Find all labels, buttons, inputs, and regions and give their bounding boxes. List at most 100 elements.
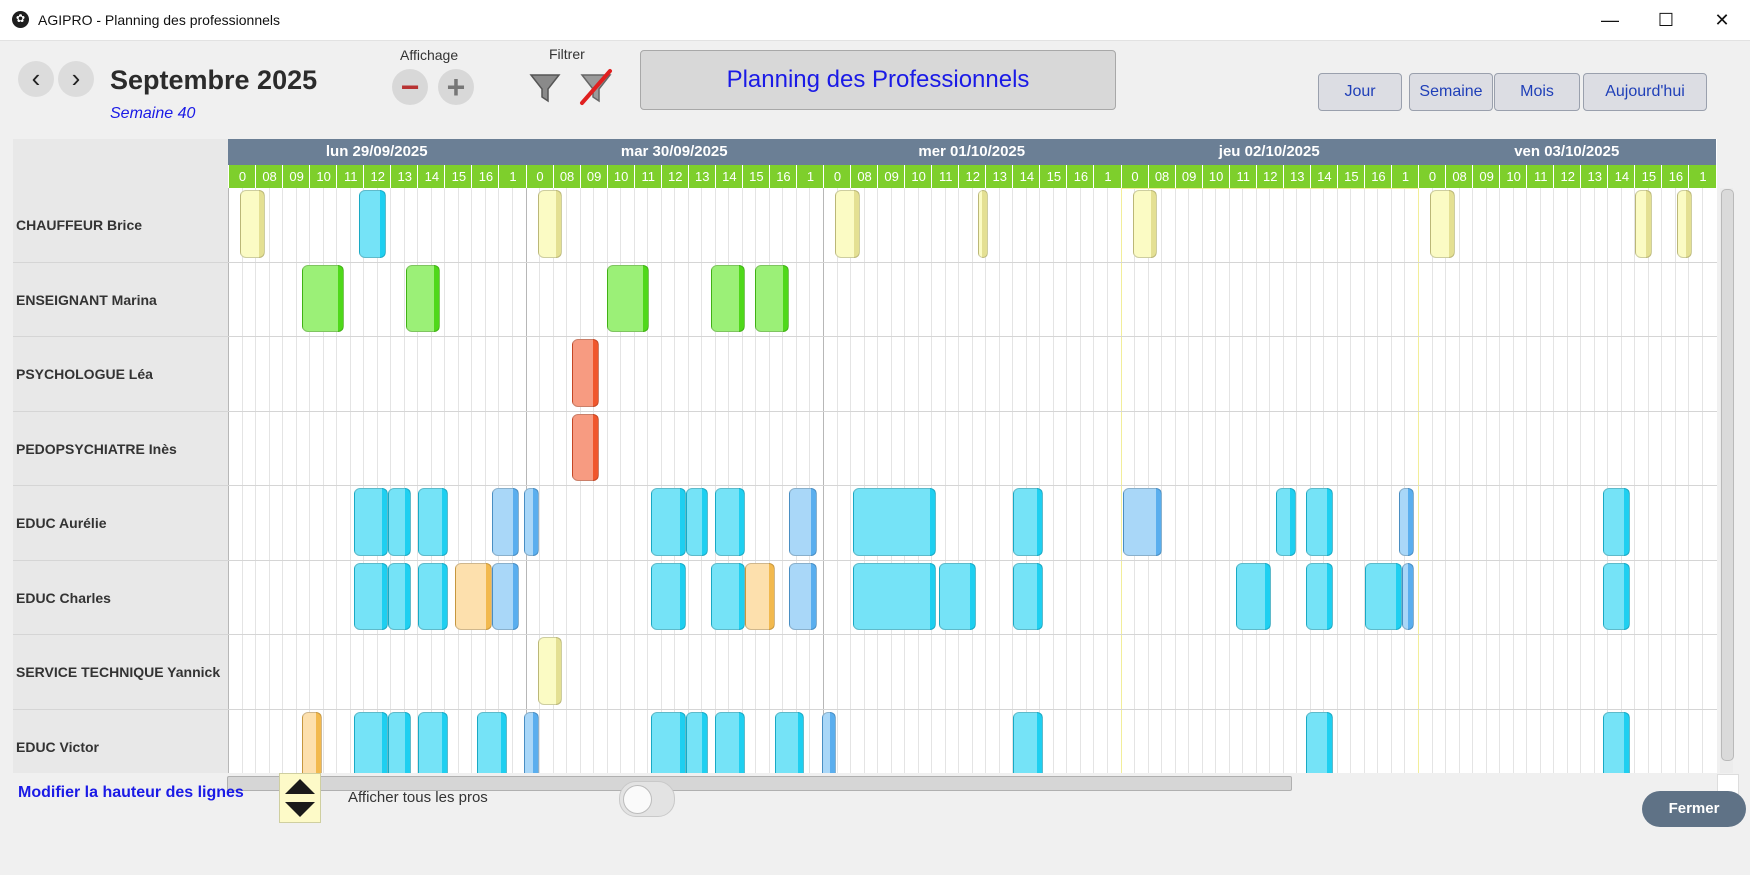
appointment-block[interactable] xyxy=(1677,190,1692,258)
appointment-block[interactable] xyxy=(454,562,492,630)
day-header: jeu 02/10/2025 xyxy=(1120,139,1418,165)
appointment-block[interactable] xyxy=(388,711,411,773)
appointment-block[interactable] xyxy=(651,562,686,630)
appointment-block[interactable] xyxy=(417,562,448,630)
appointment-block[interactable] xyxy=(606,264,649,332)
appointment-block[interactable] xyxy=(835,190,860,258)
schedule-grid: lun 29/09/2025 0 08 09 10 11 12 13 14 15 16 1 mar 30… xyxy=(13,139,1717,773)
appointment-block[interactable] xyxy=(1430,190,1455,258)
appointment-block[interactable] xyxy=(715,711,746,773)
row-separator xyxy=(13,261,1717,263)
professional-name: EDUC Aurélie xyxy=(16,515,107,532)
appointment-block[interactable] xyxy=(358,190,386,258)
appointment-block[interactable] xyxy=(388,488,411,556)
appointment-block[interactable] xyxy=(978,190,989,258)
month-view-button[interactable]: Mois xyxy=(1494,73,1580,111)
appointment-block[interactable] xyxy=(353,562,389,630)
appointment-block[interactable] xyxy=(774,711,805,773)
clear-filter-icon[interactable] xyxy=(578,67,614,107)
today-button[interactable]: Aujourd'hui xyxy=(1583,73,1707,111)
appointment-block[interactable] xyxy=(302,711,322,773)
grid-line xyxy=(363,188,365,773)
minimize-button[interactable]: — xyxy=(1587,6,1633,34)
grid-line xyxy=(511,188,513,773)
appointment-block[interactable] xyxy=(685,488,709,556)
appointment-block[interactable] xyxy=(477,711,507,773)
appointment-block[interactable] xyxy=(524,488,539,556)
grid-line xyxy=(1566,188,1568,773)
appointment-block[interactable] xyxy=(1603,488,1631,556)
appointment-block[interactable] xyxy=(754,264,790,332)
appointment-block[interactable] xyxy=(417,711,448,773)
previous-week-button[interactable]: ‹ xyxy=(18,61,54,97)
hour-label: 08 xyxy=(552,165,581,188)
filter-icon[interactable] xyxy=(527,67,563,107)
appointment-block[interactable] xyxy=(491,488,520,556)
appointment-block[interactable] xyxy=(651,711,686,773)
row-height-arrows-icon[interactable] xyxy=(279,773,321,823)
appointment-block[interactable] xyxy=(524,711,539,773)
appointment-block[interactable] xyxy=(405,264,441,332)
maximize-button[interactable]: ☐ xyxy=(1643,6,1689,34)
appointment-block[interactable] xyxy=(938,562,976,630)
appointment-block[interactable] xyxy=(1275,488,1296,556)
appointment-block[interactable] xyxy=(240,190,265,258)
hour-label: 10 xyxy=(606,165,635,188)
show-all-pros-toggle[interactable] xyxy=(619,781,675,817)
zoom-out-button[interactable]: − xyxy=(392,69,428,105)
appointment-block[interactable] xyxy=(491,562,520,630)
appointment-block[interactable] xyxy=(821,711,837,773)
close-window-button[interactable]: ✕ xyxy=(1699,6,1745,34)
appointment-block[interactable] xyxy=(1603,711,1631,773)
professional-name: CHAUFFEUR Brice xyxy=(16,217,143,234)
appointment-block[interactable] xyxy=(1305,562,1333,630)
appointment-block[interactable] xyxy=(710,562,746,630)
appointment-block[interactable] xyxy=(745,562,775,630)
appointment-block[interactable] xyxy=(1401,562,1415,630)
appointment-block[interactable] xyxy=(353,711,389,773)
appointment-block[interactable] xyxy=(1399,488,1415,556)
appointment-block[interactable] xyxy=(1635,190,1653,258)
next-week-button[interactable]: › xyxy=(58,61,94,97)
appointment-block[interactable] xyxy=(715,488,746,556)
hour-label: 13 xyxy=(985,165,1013,188)
appointment-block[interactable] xyxy=(1122,488,1163,556)
appointment-block[interactable] xyxy=(388,562,411,630)
grid-line xyxy=(484,188,486,773)
appointment-block[interactable] xyxy=(1012,488,1043,556)
week-view-button[interactable]: Semaine xyxy=(1409,73,1493,111)
appointment-block[interactable] xyxy=(572,339,600,407)
appointment-block[interactable] xyxy=(710,264,746,332)
appointment-block[interactable] xyxy=(353,488,389,556)
close-button[interactable]: Fermer xyxy=(1642,791,1746,827)
appointment-block[interactable] xyxy=(1364,562,1402,630)
day-view-button[interactable]: Jour xyxy=(1318,73,1402,111)
appointment-block[interactable] xyxy=(1305,488,1333,556)
appointment-block[interactable] xyxy=(1305,711,1333,773)
grid-line xyxy=(471,188,473,773)
hour-header-strip: 0 08 09 10 11 12 13 14 15 16 1 xyxy=(823,165,1121,188)
appointment-block[interactable] xyxy=(1012,562,1043,630)
appointment-block[interactable] xyxy=(572,413,600,481)
appointment-block[interactable] xyxy=(537,637,563,705)
appointment-block[interactable] xyxy=(651,488,686,556)
appointment-block[interactable] xyxy=(1012,711,1043,773)
appointment-block[interactable] xyxy=(852,488,937,556)
zoom-in-button[interactable]: + xyxy=(438,69,474,105)
appointment-block[interactable] xyxy=(1132,190,1158,258)
grid-line xyxy=(687,188,689,773)
appointment-block[interactable] xyxy=(1236,562,1271,630)
hour-label: 12 xyxy=(363,165,391,188)
appointment-block[interactable] xyxy=(537,190,563,258)
appointment-block[interactable] xyxy=(1603,562,1631,630)
appointment-block[interactable] xyxy=(852,562,937,630)
appointment-block[interactable] xyxy=(302,264,344,332)
appointment-block[interactable] xyxy=(685,711,709,773)
appointment-block[interactable] xyxy=(789,488,817,556)
vertical-scroll-thumb[interactable] xyxy=(1721,189,1734,761)
appointment-block[interactable] xyxy=(417,488,448,556)
row-height-link[interactable]: Modifier la hauteur des lignes xyxy=(18,784,244,802)
appointment-block[interactable] xyxy=(789,562,817,630)
hour-header-strip: 0 08 09 10 11 12 13 14 15 16 1 xyxy=(525,165,823,188)
grid-line xyxy=(566,188,568,773)
